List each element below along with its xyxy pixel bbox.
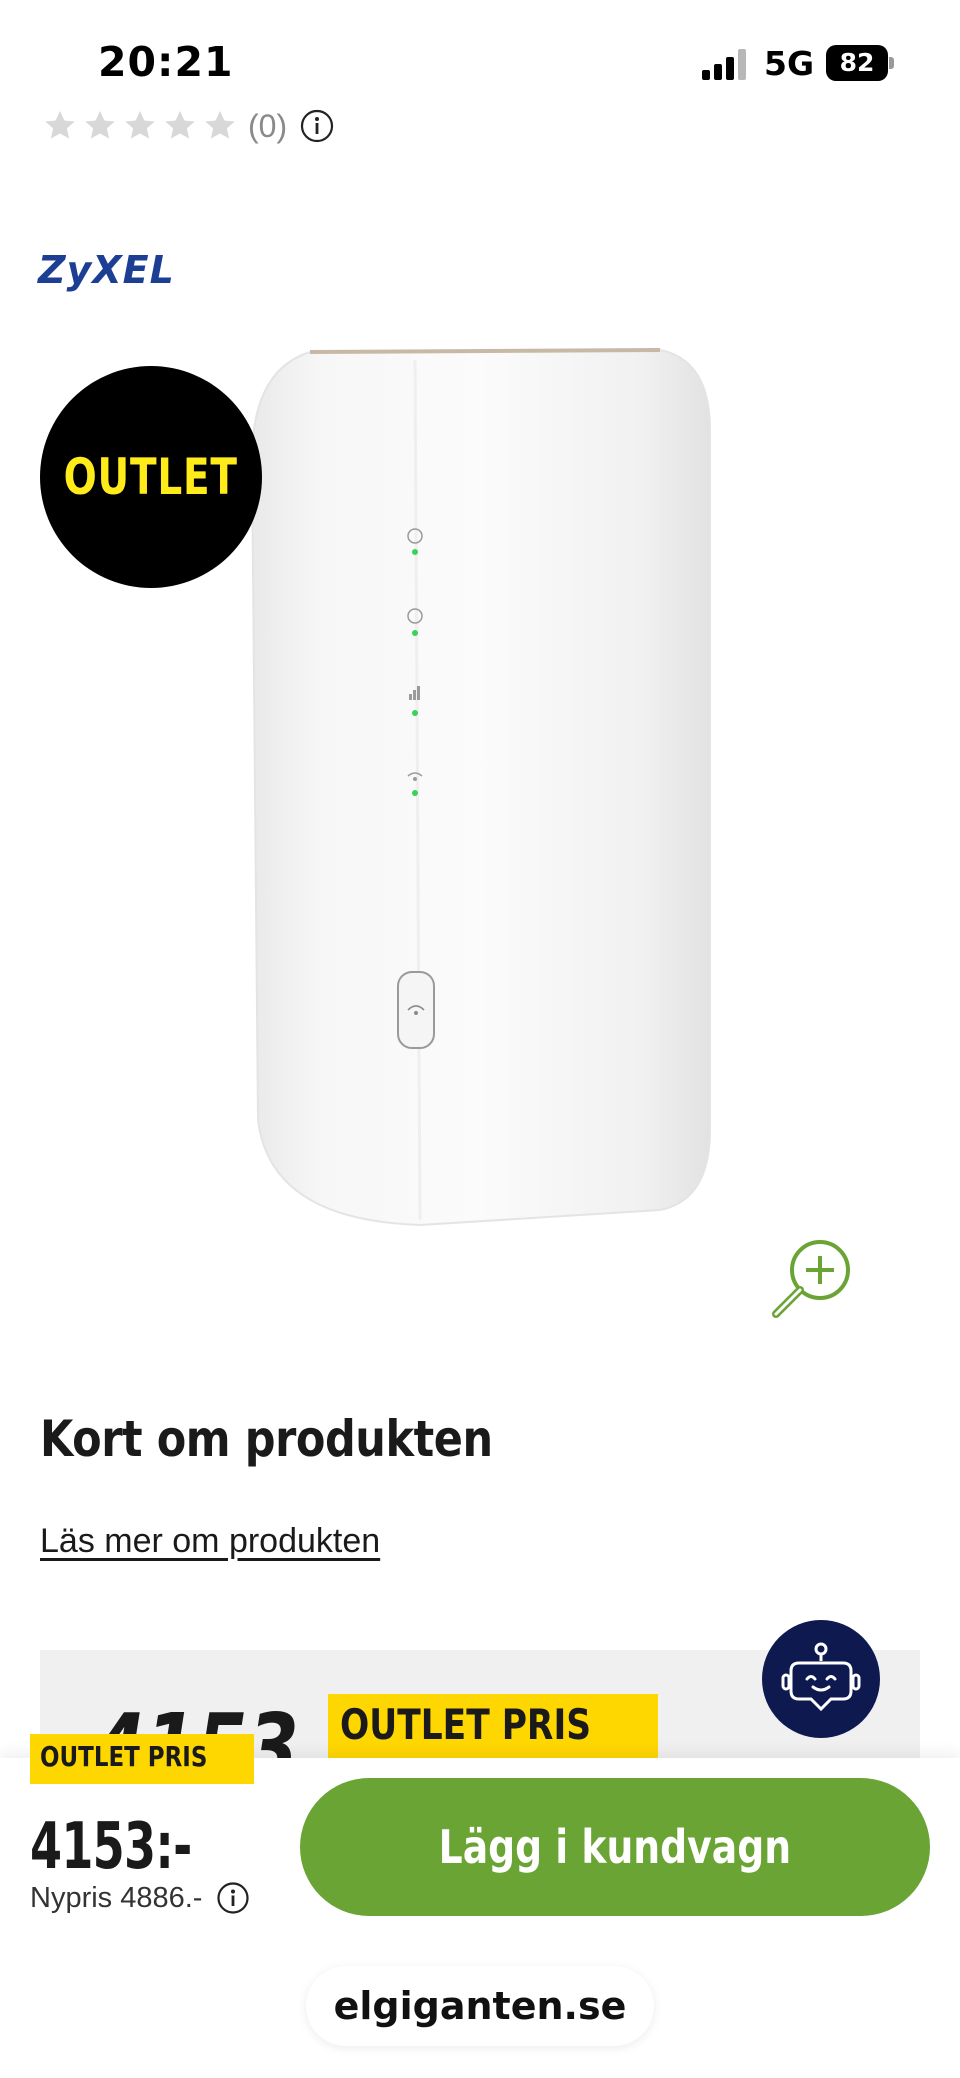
info-icon[interactable]	[299, 108, 335, 144]
star-icon	[165, 111, 195, 139]
zoom-in-icon[interactable]	[766, 1234, 858, 1326]
status-time: 20:21	[98, 38, 234, 86]
section-title: Kort om produkten	[40, 1410, 493, 1468]
status-bar: 20:21 5G 82	[0, 0, 960, 120]
chatbot-icon	[781, 1642, 861, 1712]
url-bar[interactable]: elgiganten.se	[306, 1966, 654, 2046]
battery-icon: 82	[826, 45, 894, 81]
star-icon	[45, 111, 75, 139]
outlet-badge-label: OUTLET	[63, 448, 239, 506]
read-more-link[interactable]: Läs mer om produkten	[40, 1522, 380, 1561]
brand-logo[interactable]: ZyXEL	[38, 248, 175, 292]
add-to-cart-label: Lägg i kundvagn	[438, 1820, 792, 1874]
rating-stars	[42, 108, 238, 144]
battery-level: 82	[826, 45, 888, 81]
sticky-outlet-label: OUTLET PRIS	[30, 1734, 255, 1784]
rating-row[interactable]: (0)	[42, 106, 335, 146]
outlet-badge: OUTLET	[40, 366, 262, 588]
battery-tip	[889, 57, 894, 69]
signal-icon	[702, 49, 746, 80]
star-icon	[125, 111, 155, 139]
price-box-outlet-label: OUTLET PRIS	[328, 1694, 659, 1764]
info-icon[interactable]	[216, 1881, 250, 1915]
old-price-row: Nypris 4886.-	[30, 1876, 250, 1920]
url-text: elgiganten.se	[333, 1984, 627, 2028]
add-to-cart-button[interactable]: Lägg i kundvagn	[300, 1778, 930, 1916]
old-price: Nypris 4886.-	[30, 1881, 203, 1914]
price-box-outlet-label-text: OUTLET PRIS	[340, 1700, 592, 1749]
chatbot-button[interactable]	[762, 1620, 880, 1738]
sticky-price: 4153:-	[30, 1810, 192, 1884]
network-type: 5G	[764, 44, 815, 83]
rating-count: (0)	[248, 107, 288, 144]
star-icon	[205, 111, 235, 139]
sticky-outlet-label-text: OUTLET PRIS	[40, 1740, 208, 1773]
star-icon	[85, 111, 115, 139]
product-image[interactable]	[240, 340, 720, 1240]
